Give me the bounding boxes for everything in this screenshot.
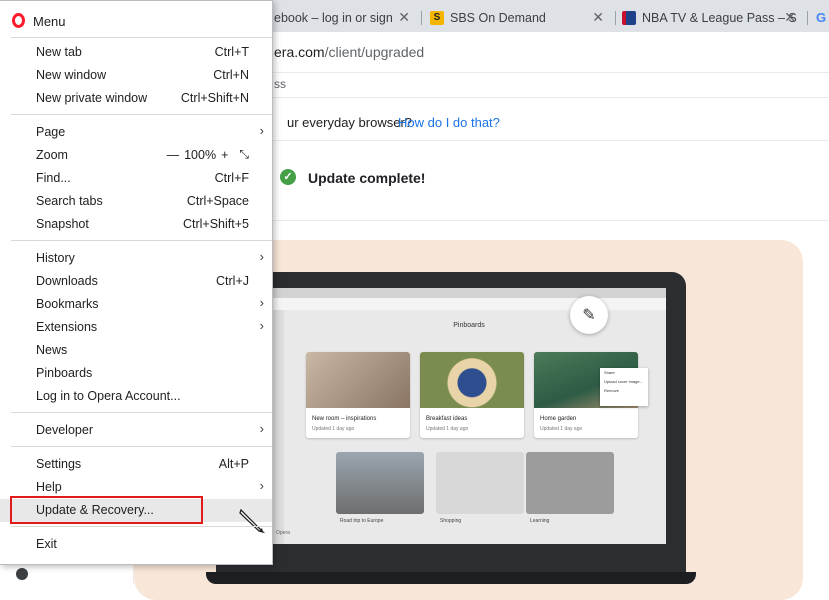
menu-item-extensions[interactable]: Extensions ›	[0, 316, 272, 339]
close-icon[interactable]: ✕	[592, 9, 604, 26]
chevron-right-icon: ›	[259, 478, 264, 493]
menu-divider	[11, 412, 272, 413]
pinboard-card: Road trip to Europe	[336, 452, 424, 524]
chevron-right-icon: ›	[259, 295, 264, 310]
fullscreen-icon[interactable]: ⤡	[239, 147, 249, 162]
update-status-text: Update complete!	[308, 170, 426, 186]
menu-item-new-window[interactable]: New window Ctrl+N	[0, 64, 272, 87]
chevron-right-icon: ›	[259, 123, 264, 138]
tab-title: ebook – log in or sign	[274, 10, 393, 25]
url-text[interactable]: era.com/client/upgraded	[274, 44, 424, 60]
zoom-out-button[interactable]: —	[167, 148, 180, 162]
nba-favicon-icon	[622, 10, 636, 25]
chevron-right-icon: ›	[259, 318, 264, 333]
chevron-right-icon: ›	[259, 421, 264, 436]
menu-divider	[11, 446, 272, 447]
opera-logo-icon	[12, 13, 25, 28]
check-circle-icon: ✓	[280, 169, 296, 185]
how-do-i-link[interactable]: How do I do that?	[398, 115, 500, 130]
screen-title: Pinboards	[453, 322, 485, 329]
menu-item-new-private-window[interactable]: New private window Ctrl+Shift+N	[0, 87, 272, 110]
mini-context-menu: Share Upload cover image... Remove	[600, 368, 648, 406]
chevron-right-icon: ›	[259, 249, 264, 264]
edit-pen-icon[interactable]: ✎	[570, 296, 608, 334]
pinboard-card: Learning	[526, 452, 614, 524]
close-icon[interactable]: ✕	[398, 9, 410, 26]
url-host: era.com	[274, 44, 325, 60]
zoom-controls: — 100% + ⤡	[167, 147, 249, 162]
tab-title: SBS On Demand	[450, 10, 546, 25]
menu-item-news[interactable]: News	[0, 339, 272, 362]
menu-header: Menu	[0, 1, 272, 37]
bookmark-fragment[interactable]: ss	[274, 77, 286, 91]
pinboard-card: Breakfast ideas Updated 1 day ago	[420, 352, 524, 438]
laptop-base	[206, 572, 696, 584]
menu-item-downloads[interactable]: Downloads Ctrl+J	[0, 270, 272, 293]
menu-divider	[11, 114, 272, 115]
close-icon[interactable]: ✕	[784, 9, 796, 26]
menu-item-new-tab[interactable]: New tab Ctrl+T	[0, 41, 272, 64]
default-browser-question: ur everyday browser?	[287, 115, 412, 130]
menu-item-log-in[interactable]: Log in to Opera Account...	[0, 385, 272, 408]
pinboard-card: Shopping	[436, 452, 524, 524]
menu-item-page[interactable]: Page ›	[0, 121, 272, 144]
zoom-in-button[interactable]: +	[221, 148, 228, 162]
pen-cursor-icon	[239, 508, 266, 534]
tab-title: NBA TV & League Pass – S	[642, 10, 797, 25]
url-path: /client/upgraded	[324, 44, 425, 60]
menu-divider	[11, 37, 272, 38]
tab-sbs-on-demand[interactable]: S SBS On Demand ✕	[430, 3, 616, 32]
tab-nba[interactable]: NBA TV & League Pass – S ✕	[622, 3, 808, 32]
menu-item-bookmarks[interactable]: Bookmarks ›	[0, 293, 272, 316]
menu-item-search-tabs[interactable]: Search tabs Ctrl+Space	[0, 190, 272, 213]
menu-divider	[11, 240, 272, 241]
menu-item-snapshot[interactable]: Snapshot Ctrl+Shift+5	[0, 213, 272, 236]
rail-dot-icon	[16, 568, 28, 580]
tab-google[interactable]: G	[814, 3, 829, 32]
menu-item-developer[interactable]: Developer ›	[0, 419, 272, 442]
menu-divider	[11, 526, 272, 527]
menu-item-exit[interactable]: Exit	[0, 533, 272, 556]
menu-item-history[interactable]: History ›	[0, 247, 272, 270]
menu-item-settings[interactable]: Settings Alt+P	[0, 453, 272, 476]
google-favicon-icon: G	[815, 10, 827, 25]
highlight-annotation-box	[10, 496, 203, 524]
zoom-level: 100%	[184, 147, 217, 162]
pinboard-card: New room – inspirations Updated 1 day ag…	[306, 352, 410, 438]
laptop-screen: Pinboards New room – inspirations Update…	[272, 288, 666, 544]
opera-main-menu: Menu New tab Ctrl+T New window Ctrl+N Ne…	[0, 0, 273, 565]
sbs-favicon-icon: S	[430, 10, 444, 25]
menu-item-zoom: Zoom — 100% + ⤡	[36, 147, 249, 162]
tab-facebook[interactable]: ebook – log in or sign ✕	[274, 3, 422, 32]
screen-footer: Opera	[276, 530, 290, 536]
page-right-gutter	[803, 240, 829, 584]
menu-item-pinboards[interactable]: Pinboards	[0, 362, 272, 385]
menu-item-find[interactable]: Find... Ctrl+F	[0, 167, 272, 190]
menu-title: Menu	[33, 14, 66, 29]
